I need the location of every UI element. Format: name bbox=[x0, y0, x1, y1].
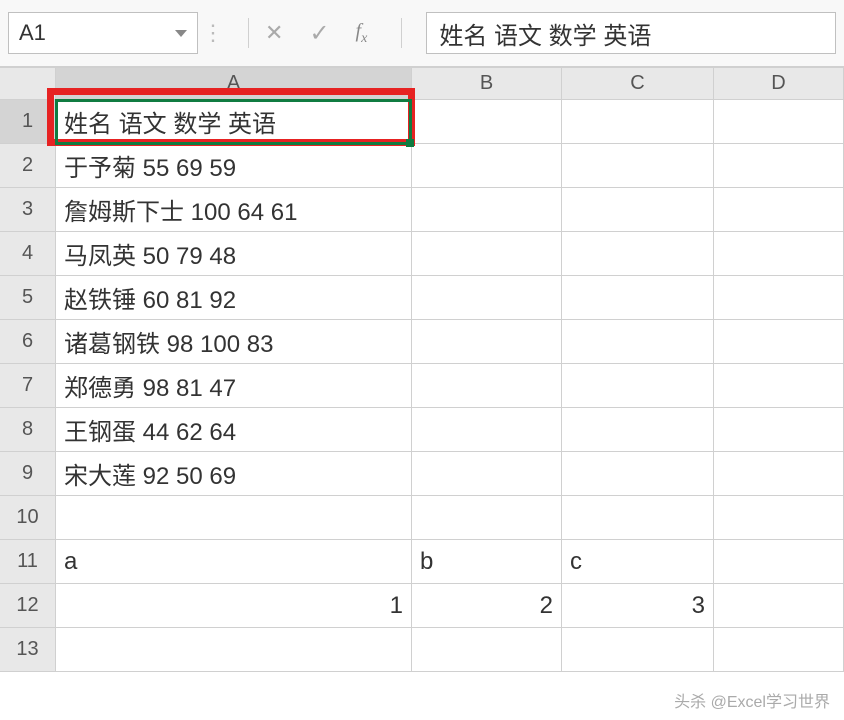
sheet-grid: ABCD1姓名 语文 数学 英语2于予菊 55 69 593詹姆斯下士 100 … bbox=[0, 68, 844, 672]
cell-D10[interactable] bbox=[714, 496, 844, 540]
cell-C6[interactable] bbox=[562, 320, 714, 364]
row-header-3[interactable]: 3 bbox=[0, 188, 56, 232]
cell-A1[interactable]: 姓名 语文 数学 英语 bbox=[56, 100, 412, 144]
cell-A3[interactable]: 詹姆斯下士 100 64 61 bbox=[56, 188, 412, 232]
cell-C5[interactable] bbox=[562, 276, 714, 320]
cell-A13[interactable] bbox=[56, 628, 412, 672]
watermark: 头杀 @Excel学习世界 bbox=[674, 688, 830, 712]
cell-D7[interactable] bbox=[714, 364, 844, 408]
row-header-6[interactable]: 6 bbox=[0, 320, 56, 364]
cell-C11[interactable]: c bbox=[562, 540, 714, 584]
cell-B8[interactable] bbox=[412, 408, 562, 452]
cell-A2[interactable]: 于予菊 55 69 59 bbox=[56, 144, 412, 188]
cell-B7[interactable] bbox=[412, 364, 562, 408]
cell-B5[interactable] bbox=[412, 276, 562, 320]
cell-D2[interactable] bbox=[714, 144, 844, 188]
cell-B12[interactable]: 2 bbox=[412, 584, 562, 628]
cell-D4[interactable] bbox=[714, 232, 844, 276]
cell-D5[interactable] bbox=[714, 276, 844, 320]
row-header-7[interactable]: 7 bbox=[0, 364, 56, 408]
cell-A8[interactable]: 王钢蛋 44 62 64 bbox=[56, 408, 412, 452]
cell-A7[interactable]: 郑德勇 98 81 47 bbox=[56, 364, 412, 408]
col-header-C[interactable]: C bbox=[562, 68, 714, 100]
cell-D9[interactable] bbox=[714, 452, 844, 496]
sheet-area: ABCD1姓名 语文 数学 英语2于予菊 55 69 593詹姆斯下士 100 … bbox=[0, 68, 844, 720]
cell-A10[interactable] bbox=[56, 496, 412, 540]
cell-A6[interactable]: 诸葛钢铁 98 100 83 bbox=[56, 320, 412, 364]
cell-B13[interactable] bbox=[412, 628, 562, 672]
divider bbox=[401, 18, 402, 48]
divider bbox=[248, 18, 249, 48]
cell-A4[interactable]: 马凤英 50 79 48 bbox=[56, 232, 412, 276]
row-header-5[interactable]: 5 bbox=[0, 276, 56, 320]
cell-D6[interactable] bbox=[714, 320, 844, 364]
cell-A12[interactable]: 1 bbox=[56, 584, 412, 628]
cell-B1[interactable] bbox=[412, 100, 562, 144]
col-header-B[interactable]: B bbox=[412, 68, 562, 100]
row-header-1[interactable]: 1 bbox=[0, 100, 56, 144]
cell-C12[interactable]: 3 bbox=[562, 584, 714, 628]
cell-C7[interactable] bbox=[562, 364, 714, 408]
formula-input[interactable]: 姓名 语文 数学 英语 bbox=[426, 12, 836, 54]
cell-C10[interactable] bbox=[562, 496, 714, 540]
confirm-icon[interactable]: ✓ bbox=[309, 19, 329, 48]
name-box-text: A1 bbox=[19, 20, 167, 46]
cell-C8[interactable] bbox=[562, 408, 714, 452]
cell-C1[interactable] bbox=[562, 100, 714, 144]
cell-C13[interactable] bbox=[562, 628, 714, 672]
cell-B6[interactable] bbox=[412, 320, 562, 364]
row-header-4[interactable]: 4 bbox=[0, 232, 56, 276]
formula-buttons: ✕ ✓ fx bbox=[265, 19, 367, 48]
cell-D13[interactable] bbox=[714, 628, 844, 672]
cell-C4[interactable] bbox=[562, 232, 714, 276]
cell-A11[interactable]: a bbox=[56, 540, 412, 584]
cancel-icon[interactable]: ✕ bbox=[265, 20, 283, 46]
cell-D12[interactable] bbox=[714, 584, 844, 628]
cell-D11[interactable] bbox=[714, 540, 844, 584]
vertical-dots-icon: ⋮ bbox=[202, 20, 224, 46]
cell-D8[interactable] bbox=[714, 408, 844, 452]
cell-B11[interactable]: b bbox=[412, 540, 562, 584]
cell-B10[interactable] bbox=[412, 496, 562, 540]
formula-bar: A1 ⋮ ✕ ✓ fx 姓名 语文 数学 英语 bbox=[0, 0, 844, 68]
col-header-D[interactable]: D bbox=[714, 68, 844, 100]
row-header-8[interactable]: 8 bbox=[0, 408, 56, 452]
fx-icon[interactable]: fx bbox=[356, 20, 368, 47]
cell-B2[interactable] bbox=[412, 144, 562, 188]
cell-A9[interactable]: 宋大莲 92 50 69 bbox=[56, 452, 412, 496]
cell-B3[interactable] bbox=[412, 188, 562, 232]
cell-A5[interactable]: 赵铁锤 60 81 92 bbox=[56, 276, 412, 320]
cell-B4[interactable] bbox=[412, 232, 562, 276]
col-header-A[interactable]: A bbox=[56, 68, 412, 100]
cell-C3[interactable] bbox=[562, 188, 714, 232]
select-all-corner[interactable] bbox=[0, 68, 56, 100]
name-box[interactable]: A1 bbox=[8, 12, 198, 54]
row-header-10[interactable]: 10 bbox=[0, 496, 56, 540]
cell-B9[interactable] bbox=[412, 452, 562, 496]
row-header-11[interactable]: 11 bbox=[0, 540, 56, 584]
cell-D3[interactable] bbox=[714, 188, 844, 232]
row-header-12[interactable]: 12 bbox=[0, 584, 56, 628]
formula-input-text: 姓名 语文 数学 英语 bbox=[439, 16, 651, 51]
row-header-9[interactable]: 9 bbox=[0, 452, 56, 496]
row-header-2[interactable]: 2 bbox=[0, 144, 56, 188]
cell-C2[interactable] bbox=[562, 144, 714, 188]
row-header-13[interactable]: 13 bbox=[0, 628, 56, 672]
cell-D1[interactable] bbox=[714, 100, 844, 144]
dropdown-arrow-icon[interactable] bbox=[175, 30, 187, 37]
cell-C9[interactable] bbox=[562, 452, 714, 496]
